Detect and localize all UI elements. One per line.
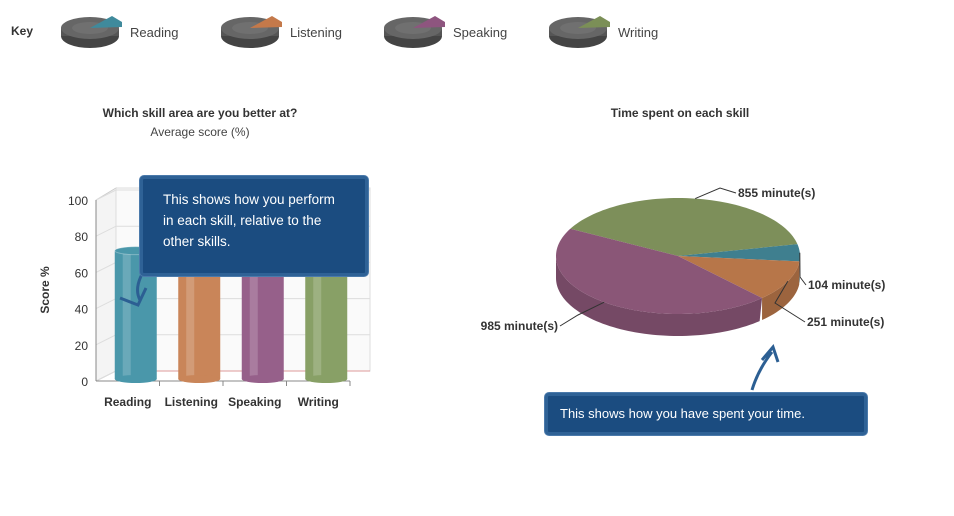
pie-label-connector [799,252,807,286]
pie-data-label: 104 minute(s) [808,278,885,292]
bar-callout: This shows how you perform in each skill… [140,176,368,276]
pie-data-label: 855 minute(s) [738,186,815,200]
pie-data-label: 251 minute(s) [807,315,884,329]
pie-label-connector [695,187,737,200]
pie-callout: This shows how you have spent your time. [545,393,867,435]
pie-data-label: 985 minute(s) [481,319,558,333]
callout-arrow [750,343,780,391]
